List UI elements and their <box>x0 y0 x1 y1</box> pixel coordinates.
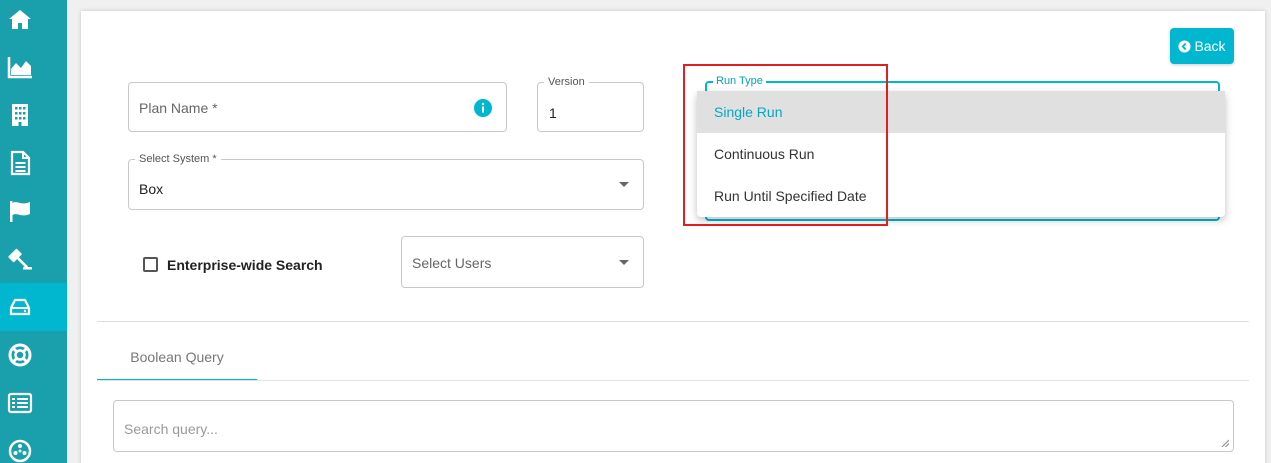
nav-list[interactable] <box>0 379 67 427</box>
menu-item-single-run[interactable]: Single Run <box>697 91 1225 133</box>
version-field[interactable]: Version 1 <box>537 76 644 132</box>
chevron-left-circle-icon <box>1178 39 1191 53</box>
select-system-label: Select System * <box>135 153 221 165</box>
menu-item-continuous-run[interactable]: Continuous Run <box>697 133 1225 175</box>
nav-storage[interactable] <box>0 283 67 331</box>
resize-grip-icon[interactable] <box>1221 439 1229 447</box>
enterprise-search-checkbox[interactable] <box>143 257 158 272</box>
document-icon <box>10 150 31 176</box>
version-label: Version <box>544 76 589 88</box>
network-icon <box>8 439 32 463</box>
search-query-placeholder: Search query... <box>124 421 218 437</box>
nav-legal[interactable] <box>0 235 67 283</box>
section-divider <box>97 321 1249 322</box>
hard-drive-icon <box>9 298 31 316</box>
back-button[interactable]: Back <box>1170 28 1234 64</box>
list-icon <box>7 392 33 414</box>
flag-icon <box>10 201 30 222</box>
nav-network[interactable] <box>0 427 67 463</box>
sidebar <box>0 0 67 463</box>
nav-support[interactable] <box>0 331 67 379</box>
info-icon[interactable] <box>474 99 492 117</box>
plan-name-placeholder: Plan Name * <box>139 100 218 116</box>
run-type-label: Run Type <box>713 75 766 87</box>
select-users-placeholder: Select Users <box>412 255 492 271</box>
nav-documents[interactable] <box>0 139 67 187</box>
search-query-input[interactable]: Search query... <box>113 400 1234 452</box>
nav-analytics[interactable] <box>0 43 67 91</box>
plan-name-field[interactable]: Plan Name * <box>128 82 507 132</box>
menu-item-run-until-date[interactable]: Run Until Specified Date <box>697 175 1225 217</box>
main-card: Back Plan Name * Version 1 Select System… <box>81 11 1265 463</box>
select-system-value: Box <box>139 181 164 197</box>
chevron-down-icon <box>619 182 629 187</box>
home-icon <box>9 10 31 29</box>
nav-organization[interactable] <box>0 91 67 139</box>
tab-boolean-query[interactable]: Boolean Query <box>97 339 257 381</box>
select-users-field[interactable]: Select Users <box>401 236 644 288</box>
gavel-icon <box>8 248 32 270</box>
run-type-menu: Single Run Continuous Run Run Until Spec… <box>697 91 1225 217</box>
version-value: 1 <box>549 105 557 121</box>
tab-underline <box>97 380 1249 381</box>
chevron-down-icon <box>619 260 629 265</box>
back-button-label: Back <box>1194 38 1226 54</box>
building-icon <box>12 104 28 126</box>
nav-home[interactable] <box>0 0 67 43</box>
life-ring-icon <box>8 343 32 367</box>
area-chart-icon <box>7 57 32 79</box>
enterprise-search-label: Enterprise-wide Search <box>167 257 323 273</box>
select-system-field[interactable]: Select System * Box <box>128 153 644 210</box>
nav-flags[interactable] <box>0 187 67 235</box>
